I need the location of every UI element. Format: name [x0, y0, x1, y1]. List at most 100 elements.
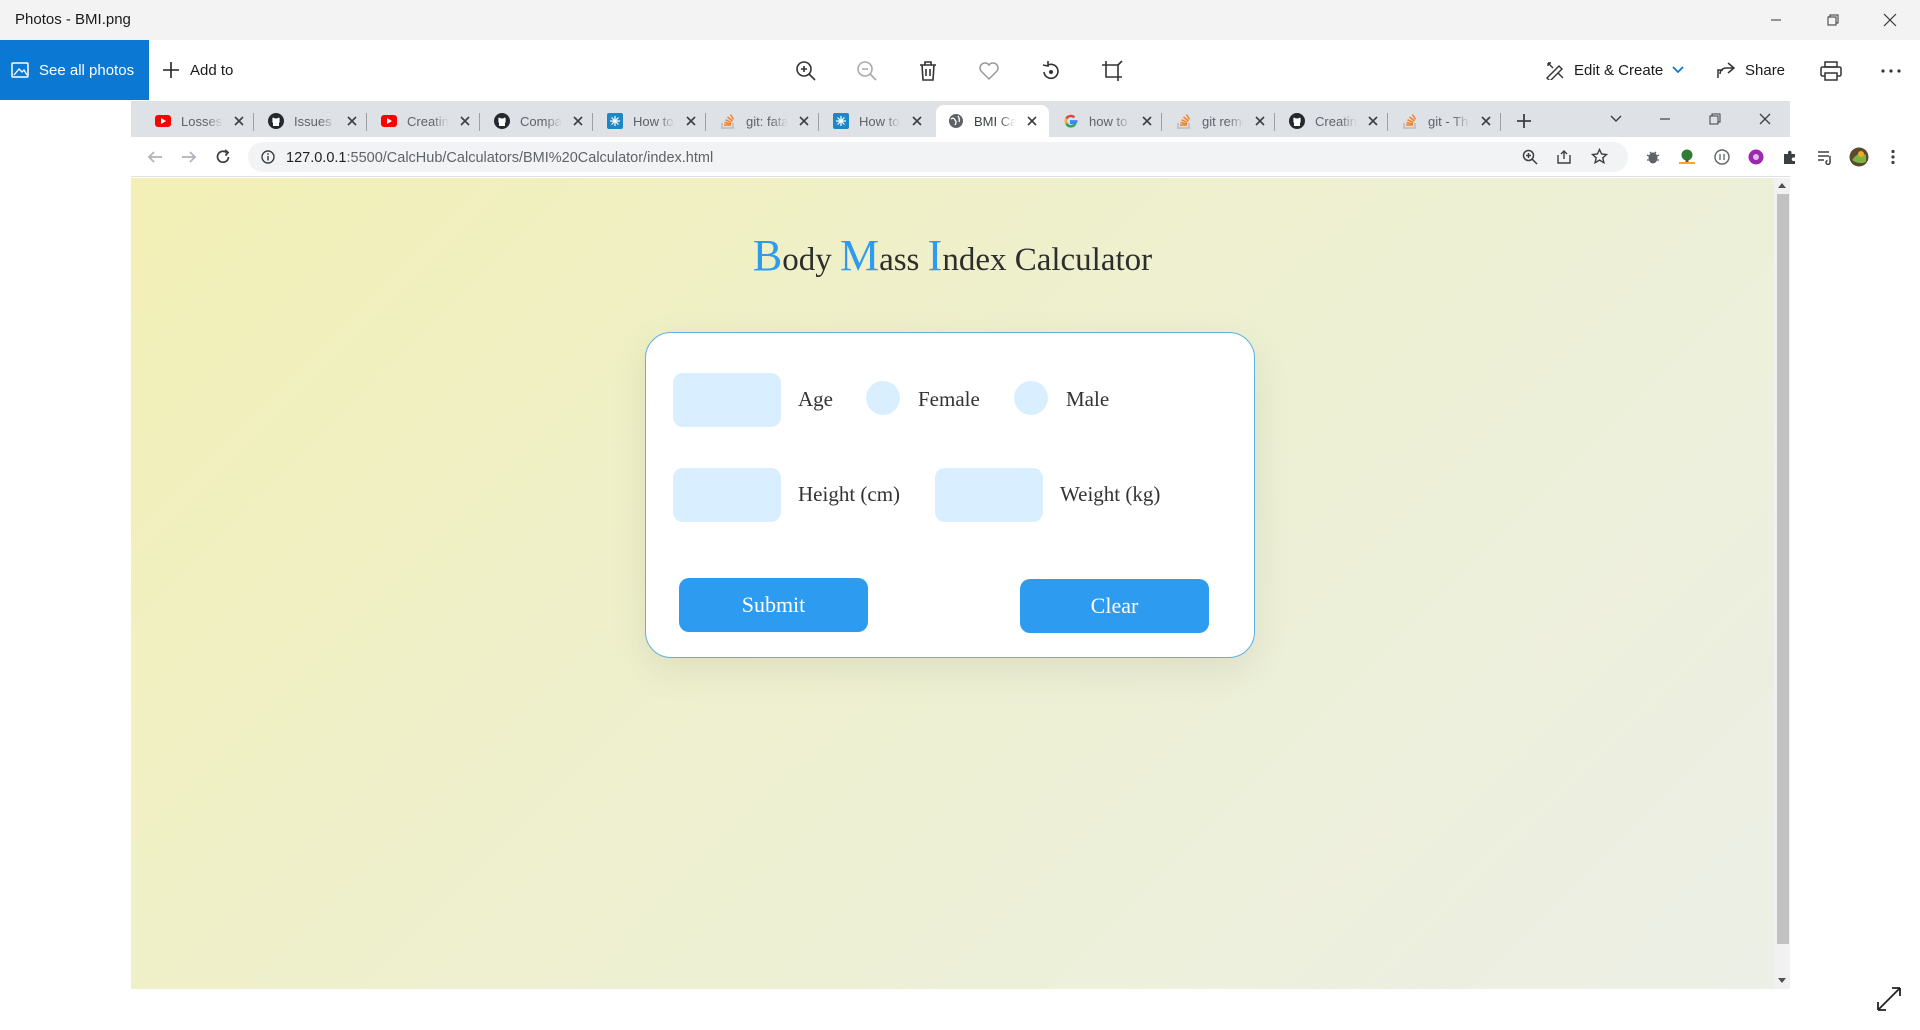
reading-list-icon[interactable] [1815, 147, 1835, 167]
tab[interactable]: Creating [1277, 105, 1390, 137]
tab[interactable]: Compare [482, 105, 595, 137]
submit-button[interactable]: Submit [679, 578, 868, 632]
profile-avatar-icon[interactable] [1849, 147, 1869, 167]
tab-separator [253, 113, 254, 131]
add-to-button[interactable]: Add to [162, 40, 233, 100]
tab[interactable]: git - The [1390, 105, 1503, 137]
browser-minimize-button[interactable] [1645, 101, 1685, 137]
url-path: :5500/CalcHub/Calculators/BMI%20Calculat… [346, 150, 714, 166]
title-word-body: ody [782, 242, 840, 278]
favorite-button[interactable] [974, 56, 1004, 86]
browser-menu-icon[interactable] [1883, 147, 1903, 167]
tab-close-icon[interactable] [345, 114, 359, 128]
tab[interactable]: how to [1051, 105, 1164, 137]
tab-close-icon[interactable] [910, 114, 924, 128]
new-tab-button[interactable] [1512, 109, 1536, 133]
scrollbar-thumb[interactable] [1777, 194, 1789, 944]
tab-close-icon[interactable] [1140, 114, 1154, 128]
tab[interactable]: git remo [1164, 105, 1277, 137]
extension-tree-icon[interactable] [1677, 147, 1697, 167]
scroll-up-icon[interactable] [1778, 182, 1786, 188]
tab-title: git: fatal [746, 113, 788, 129]
extension-purple-icon[interactable] [1746, 147, 1766, 167]
delete-button[interactable] [913, 56, 943, 86]
see-all-photos-button[interactable]: See all photos [0, 40, 149, 100]
tab-close-icon[interactable] [571, 114, 585, 128]
tab-close-icon[interactable] [1479, 114, 1493, 128]
tab-close-icon[interactable] [232, 114, 246, 128]
tab-title: git - The [1428, 113, 1470, 129]
tab[interactable]: Creating [369, 105, 482, 137]
printer-icon [1820, 61, 1842, 81]
extension-circle-icon[interactable] [1712, 147, 1732, 167]
female-label: Female [918, 387, 980, 411]
vertical-scrollbar[interactable] [1774, 178, 1790, 989]
forward-button[interactable] [178, 146, 200, 168]
omnibar: 127.0.0.1:5500/CalcHub/Calculators/BMI%2… [131, 137, 1895, 177]
tab[interactable]: How to [595, 105, 708, 137]
tab-separator [592, 113, 593, 131]
tab-close-icon[interactable] [1025, 114, 1039, 128]
tab-separator [1274, 113, 1275, 131]
close-window-button[interactable] [1862, 0, 1918, 40]
edit-create-label: Edit & Create [1574, 61, 1664, 79]
photos-window: Photos - BMI.png See all photos Add to E… [0, 0, 1920, 1030]
female-radio[interactable] [866, 381, 900, 415]
add-to-label: Add to [190, 61, 234, 79]
height-input[interactable] [673, 468, 781, 522]
see-all-photos-label: See all photos [39, 61, 135, 79]
tab[interactable]: How to [821, 105, 934, 137]
trash-icon [920, 61, 936, 81]
tab-title: git remo [1202, 113, 1244, 129]
zoom-in-button[interactable] [791, 56, 821, 86]
back-button[interactable] [144, 146, 166, 168]
title-word-mass: ass [879, 242, 928, 278]
clear-button[interactable]: Clear [1020, 579, 1209, 633]
tab-close-icon[interactable] [1366, 114, 1380, 128]
tab-active[interactable]: BMI Calc [936, 105, 1049, 137]
zoom-icon[interactable] [1522, 149, 1538, 165]
tab[interactable]: Issues · [256, 105, 369, 137]
tab-close-icon[interactable] [797, 114, 811, 128]
share-button[interactable]: Share [1716, 40, 1785, 100]
minimize-button[interactable] [1748, 0, 1804, 40]
male-radio[interactable] [1014, 381, 1048, 415]
bookmark-star-icon[interactable] [1591, 148, 1608, 165]
expand-icon[interactable] [1876, 986, 1902, 1012]
age-input[interactable] [673, 373, 781, 427]
scroll-down-icon[interactable] [1778, 978, 1786, 984]
plus-icon [163, 62, 179, 78]
restore-button[interactable] [1805, 0, 1861, 40]
heart-icon [979, 62, 999, 81]
extensions-puzzle-icon[interactable] [1780, 147, 1800, 167]
tab-separator [479, 113, 480, 131]
tab-separator [1500, 113, 1501, 131]
tab-close-icon[interactable] [1253, 114, 1267, 128]
zoom-out-button[interactable] [852, 56, 882, 86]
rotate-button[interactable] [1036, 56, 1066, 86]
tab-close-icon[interactable] [684, 114, 698, 128]
close-icon [1759, 113, 1771, 125]
tab-search-button[interactable] [1596, 101, 1636, 137]
extension-bug-icon[interactable] [1643, 147, 1663, 167]
url-text: 127.0.0.1:5500/CalcHub/Calculators/BMI%2… [286, 150, 713, 166]
stackedit-icon [607, 113, 623, 129]
tab-separator [366, 113, 367, 131]
plus-icon [1517, 114, 1531, 128]
more-options-button[interactable] [1876, 56, 1906, 86]
info-icon[interactable] [261, 150, 275, 164]
edit-create-button[interactable]: Edit & Create [1545, 40, 1684, 100]
browser-close-button[interactable] [1745, 101, 1785, 137]
tab-title: Creating [1315, 113, 1357, 129]
tab[interactable]: Losses in [143, 105, 256, 137]
reload-button[interactable] [212, 146, 234, 168]
browser-restore-button[interactable] [1695, 101, 1735, 137]
weight-input[interactable] [935, 468, 1043, 522]
tab-close-icon[interactable] [458, 114, 472, 128]
app-title: Photos - BMI.png [15, 11, 131, 28]
globe-icon [948, 113, 964, 129]
crop-button[interactable] [1097, 56, 1127, 86]
print-button[interactable] [1816, 56, 1846, 86]
tab[interactable]: git: fatal [708, 105, 821, 137]
share-page-icon[interactable] [1556, 149, 1572, 165]
